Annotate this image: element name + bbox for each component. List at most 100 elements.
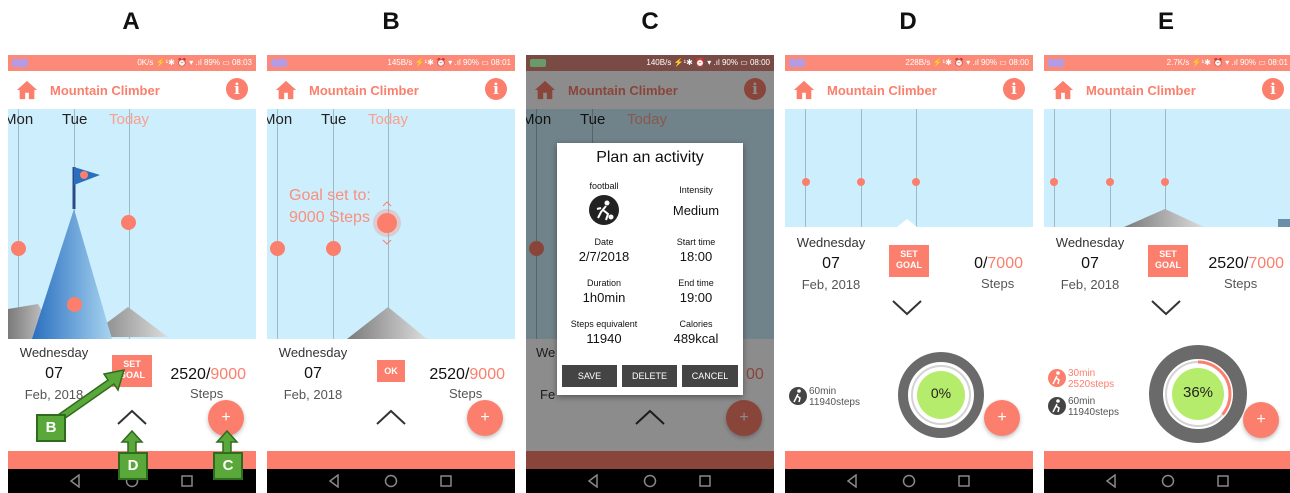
home-nav-icon[interactable] <box>1161 474 1175 488</box>
activity-time: 60min <box>1068 396 1096 407</box>
steps-current: 0/ <box>974 255 988 272</box>
completed-activity[interactable]: 30min 2520steps <box>1068 368 1114 390</box>
duration-field[interactable]: Duration 1h0min <box>559 278 649 305</box>
add-activity-button[interactable]: + <box>467 400 503 436</box>
activity-time: 60min <box>809 386 837 397</box>
callout-d: D <box>118 452 148 480</box>
home-nav-icon[interactable] <box>902 474 916 488</box>
activity-type[interactable]: football <box>559 181 649 230</box>
cancel-button[interactable]: CANCEL <box>682 365 738 387</box>
day-progress-dot <box>67 297 82 312</box>
home-icon[interactable] <box>793 79 815 101</box>
recents-icon[interactable] <box>439 474 453 488</box>
status-bar: 145B/s ⚡¹✱ ⏰ ▾ .ıl 90% ▭ 08:01 <box>267 55 515 71</box>
calories-value: 489kcal <box>673 331 719 346</box>
end-time-field[interactable]: End time 19:00 <box>651 278 741 305</box>
status-bar: 228B/s ⚡¹✱ ⏰ ▾ .ıl 90% ▭ 08:00 <box>785 55 1033 71</box>
dialog-title: Plan an activity <box>596 149 704 166</box>
back-icon[interactable] <box>845 474 859 488</box>
start-time-field[interactable]: Start time 18:00 <box>651 237 741 264</box>
callout-arrow-c <box>215 430 239 454</box>
planned-activity[interactable]: 60min 11940steps <box>809 386 860 408</box>
info-icon[interactable]: i <box>226 78 248 100</box>
chevron-down-icon[interactable] <box>891 299 923 317</box>
set-goal-button[interactable]: SET GOAL <box>889 245 929 277</box>
recents-icon[interactable] <box>957 474 971 488</box>
panel-label-c: C <box>641 8 659 35</box>
back-icon[interactable] <box>586 474 600 488</box>
status-text: 2.7K/s ⚡¹✱ ⏰ ▾ .ıl 90% ▭ 08:01 <box>1166 58 1288 67</box>
delete-button[interactable]: DELETE <box>622 365 677 387</box>
back-icon[interactable] <box>68 474 82 488</box>
weekday-label: Wednesday <box>1055 235 1125 250</box>
intensity-label: Intensity <box>679 185 713 195</box>
steps-label: Steps <box>981 276 1015 291</box>
end-time-label: End time <box>678 278 714 288</box>
chevron-up-icon[interactable] <box>375 408 407 426</box>
status-bar: 2.7K/s ⚡¹✱ ⏰ ▾ .ıl 90% ▭ 08:01 <box>1044 55 1290 71</box>
save-button[interactable]: SAVE <box>562 365 617 387</box>
steps-counter: 2520/9000 <box>419 366 505 384</box>
steps-label: Steps <box>449 386 483 401</box>
info-icon[interactable]: i <box>1262 78 1284 100</box>
mountain-scene: Mon Tue Today <box>8 109 256 339</box>
ok-button[interactable]: OK <box>377 360 405 382</box>
calories-field: Calories 489kcal <box>651 319 741 346</box>
steps-equivalent-field: Steps equivalent 11940 <box>559 319 649 346</box>
home-nav-icon[interactable] <box>643 474 657 488</box>
calories-label: Calories <box>679 319 713 329</box>
back-icon[interactable] <box>1104 474 1118 488</box>
activity-walk-icon <box>1048 369 1066 387</box>
app-title: Mountain Climber <box>309 83 419 98</box>
android-nav-bar <box>785 469 1033 493</box>
recents-icon[interactable] <box>698 474 712 488</box>
steps-current: 2520/ <box>1208 255 1249 272</box>
status-text: 0K/s ⚡¹✱ ⏰ ▾ .ıl 89% ▭ 08:03 <box>137 58 252 67</box>
status-bar: 0K/s ⚡¹✱ ⏰ ▾ .ıl 89% ▭ 08:03 <box>8 55 256 71</box>
recents-icon[interactable] <box>180 474 194 488</box>
android-nav-bar <box>1044 469 1290 493</box>
notification-icons <box>530 59 546 67</box>
steps-goal: 9000 <box>210 366 246 383</box>
bottom-accent-bar <box>267 451 515 471</box>
add-activity-button[interactable]: + <box>984 400 1020 436</box>
back-icon[interactable] <box>327 474 341 488</box>
android-nav-bar <box>267 469 515 493</box>
steps-current: 2520/ <box>170 366 211 383</box>
android-nav-bar <box>526 469 774 493</box>
activity-steps: 11940steps <box>1068 407 1119 418</box>
drag-down-icon <box>382 239 392 245</box>
recents-icon[interactable] <box>1216 474 1230 488</box>
home-icon[interactable] <box>16 79 38 101</box>
plan-activity-dialog: Plan an activity football Intensity Medi… <box>557 143 743 395</box>
activity-name: football <box>589 181 619 191</box>
day-number: 07 <box>822 255 840 272</box>
info-icon[interactable]: i <box>485 78 507 100</box>
day-progress-dot <box>11 241 26 256</box>
steps-goal: 7000 <box>1248 255 1284 272</box>
phone-panel-c: 140B/s ⚡¹✱ ⏰ ▾ .ıl 90% ▭ 08:00 Mountain … <box>526 55 774 493</box>
date-field[interactable]: Date 2/7/2018 <box>559 237 649 264</box>
panel-label-d: D <box>899 8 917 35</box>
chevron-down-icon[interactable] <box>1150 299 1182 317</box>
set-goal-button[interactable]: SET GOAL <box>1148 245 1188 277</box>
intensity-field[interactable]: Intensity Medium <box>651 185 741 218</box>
add-activity-button[interactable]: + <box>1243 402 1279 438</box>
callout-b: B <box>36 414 66 442</box>
panel-label-a: A <box>122 8 140 35</box>
day-progress-dot <box>270 241 285 256</box>
notification-icons <box>12 59 28 67</box>
day-progress-dot <box>857 178 865 186</box>
home-icon[interactable] <box>275 79 297 101</box>
home-icon[interactable] <box>1052 79 1074 101</box>
bottom-accent-bar <box>1044 451 1290 471</box>
notification-icons <box>1048 59 1064 67</box>
planned-activity[interactable]: 60min 11940steps <box>1068 396 1119 418</box>
football-icon <box>589 195 619 225</box>
goal-drag-handle[interactable] <box>377 213 397 233</box>
info-icon[interactable]: i <box>1003 78 1025 100</box>
notification-icons <box>271 59 287 67</box>
start-time-label: Start time <box>676 237 716 247</box>
home-nav-icon[interactable] <box>384 474 398 488</box>
app-bar: Mountain Climber i <box>267 71 515 109</box>
